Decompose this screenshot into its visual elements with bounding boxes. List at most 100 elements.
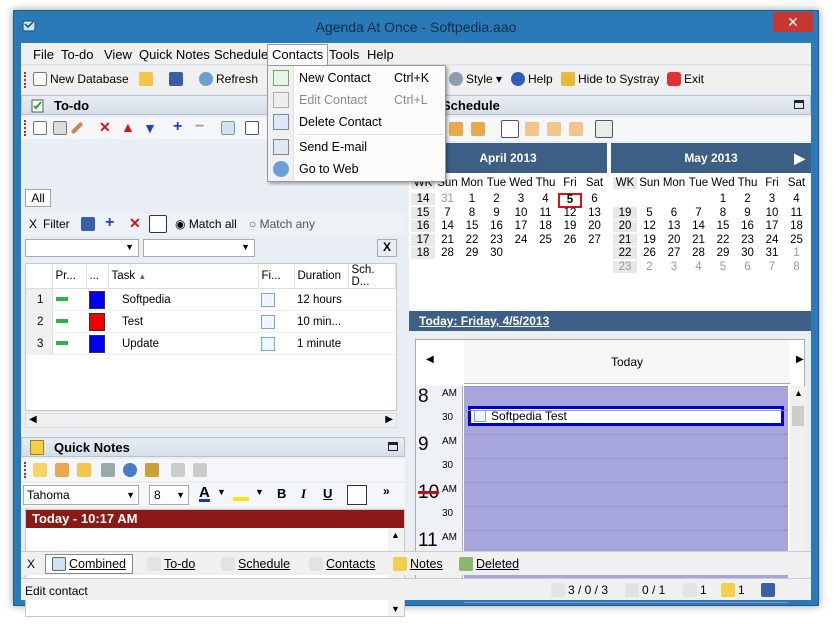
text-color-icon[interactable]: A [199, 484, 210, 501]
folder-icon[interactable] [77, 463, 91, 477]
calendar-day[interactable]: 31 [760, 247, 784, 259]
expand-icon[interactable] [245, 121, 259, 135]
maximize-icon[interactable] [794, 100, 804, 109]
calendar-day[interactable]: 17 [760, 220, 784, 232]
calendar-day[interactable]: 29 [711, 247, 735, 259]
calendar-day[interactable]: 21 [436, 234, 460, 246]
calendar-day[interactable]: 11 [534, 207, 558, 219]
more-icon[interactable]: » [383, 484, 390, 498]
remove-icon[interactable]: − [195, 118, 204, 136]
calendar-day[interactable]: 12 [558, 207, 582, 219]
calendar-day[interactable]: 15 [711, 220, 735, 232]
calendar-day[interactable]: 13 [662, 220, 686, 232]
filter-toggle-icon[interactable] [149, 215, 167, 233]
floppy-icon[interactable] [101, 463, 115, 477]
match-all-radio[interactable]: ◉ Match all [175, 217, 237, 231]
scroll-right-icon[interactable]: ▶ [385, 414, 393, 425]
scroll-down-icon[interactable]: ▼ [391, 604, 400, 614]
calendar-day[interactable]: 16 [736, 220, 760, 232]
calendar-day[interactable]: 26 [558, 234, 582, 246]
calendar-day[interactable]: 20 [583, 220, 607, 232]
calendar-day[interactable]: 28 [436, 247, 460, 259]
menu-item-delete-contact[interactable]: Delete Contact [299, 115, 382, 129]
calendar-day[interactable]: 30 [485, 247, 509, 259]
bold-button[interactable]: B [277, 486, 286, 501]
save-status-icon[interactable] [761, 583, 778, 597]
tab-notes[interactable]: Notes [393, 557, 443, 571]
calendar-day[interactable]: 30 [736, 247, 760, 259]
menu-item-send-email[interactable]: Send E-mail [299, 140, 367, 154]
move-down-icon[interactable]: ▼ [143, 120, 157, 136]
new-note-icon[interactable] [33, 463, 47, 477]
hide-to-systray-button[interactable]: Hide to Systray [561, 72, 659, 86]
work-week-icon[interactable] [525, 122, 539, 136]
col-duration[interactable]: Duration [294, 264, 349, 289]
week-view-icon[interactable] [547, 122, 561, 136]
next-day-icon[interactable]: ▶ [796, 354, 804, 365]
toolbar-grip[interactable] [24, 462, 27, 478]
menu-item-edit-contact[interactable]: Edit Contact [299, 93, 367, 107]
calendar-day[interactable]: 24 [509, 234, 533, 246]
menu-item-new-contact[interactable]: New Contact [299, 71, 371, 85]
tab-todo[interactable]: To-do [147, 557, 195, 571]
calendar-day[interactable]: 3 [662, 261, 686, 273]
tab-schedule[interactable]: Schedule [221, 557, 290, 571]
calendar-day[interactable]: 24 [760, 234, 784, 246]
table-row[interactable]: 2 Test 10 min... [26, 310, 396, 333]
maximize-icon[interactable] [388, 442, 398, 451]
table-row[interactable]: 1 Softpedia 12 hours [26, 288, 396, 311]
calendar-day[interactable]: 1 [785, 247, 809, 259]
calendar-day[interactable]: 7 [760, 261, 784, 273]
close-filter-icon[interactable]: X [29, 217, 37, 231]
scrollbar-thumb[interactable] [792, 406, 804, 426]
col-priority[interactable]: Pr... [52, 264, 87, 289]
scroll-left-icon[interactable]: ◀ [29, 414, 37, 425]
calendar-day[interactable]: 6 [583, 193, 607, 205]
calendar-day[interactable]: 29 [460, 247, 484, 259]
add-filter-icon[interactable]: + [105, 214, 114, 232]
delete-icon[interactable]: ✕ [99, 119, 111, 136]
menu-contacts[interactable]: Contacts [267, 44, 329, 65]
today-link[interactable]: Today: Friday, 4/5/2013 [409, 311, 811, 331]
calendar-day[interactable]: 18 [785, 220, 809, 232]
timeline-view-icon[interactable] [595, 120, 613, 138]
calendar-day[interactable]: 9 [485, 207, 509, 219]
calendar-day[interactable]: 10 [509, 207, 533, 219]
clock-icon[interactable] [123, 463, 137, 477]
save-filter-icon[interactable] [81, 217, 95, 231]
calendar-day[interactable]: 4 [687, 261, 711, 273]
edit-appointment-icon[interactable] [449, 122, 463, 136]
calendar-day[interactable]: 23 [485, 234, 509, 246]
edit-pen-icon[interactable] [70, 121, 84, 135]
calendar-day[interactable]: 2 [638, 261, 662, 273]
menu-tools[interactable]: Tools [329, 47, 359, 62]
menu-file[interactable]: File [33, 47, 54, 62]
chevron-down-icon[interactable]: ▼ [255, 487, 264, 497]
menu-item-go-to-web[interactable]: Go to Web [299, 162, 359, 176]
close-button[interactable]: ✕ [773, 12, 813, 32]
tab-contacts[interactable]: Contacts [309, 557, 375, 571]
col-color[interactable]: ... [86, 264, 109, 289]
calendar-day[interactable]: 11 [785, 207, 809, 219]
filter-operator-select[interactable]: ▼ [143, 239, 255, 257]
toolbar-grip[interactable] [24, 120, 27, 136]
calendar-day[interactable]: 1 [460, 193, 484, 205]
calendar-day[interactable]: 6 [736, 261, 760, 273]
copy-task-icon[interactable] [53, 121, 67, 135]
calendar-day[interactable]: 19 [558, 220, 582, 232]
open-button[interactable] [139, 72, 156, 86]
calendar-day[interactable]: 9 [736, 207, 760, 219]
calendar-day[interactable]: 3 [760, 193, 784, 205]
calendar-day[interactable]: 8 [785, 261, 809, 273]
add-icon[interactable]: + [173, 118, 182, 136]
calendar-day[interactable]: 28 [687, 247, 711, 259]
calendar-day[interactable]: 25 [785, 234, 809, 246]
new-database-button[interactable]: New Database [33, 72, 129, 86]
calendar-day[interactable]: 2 [485, 193, 509, 205]
calendar-day[interactable]: 27 [583, 234, 607, 246]
calendar-day[interactable]: 13 [583, 207, 607, 219]
calendar-day[interactable]: 20 [662, 234, 686, 246]
italic-button[interactable]: I [301, 486, 306, 502]
delete-appointment-icon[interactable] [471, 122, 485, 136]
list-icon[interactable] [221, 121, 235, 135]
